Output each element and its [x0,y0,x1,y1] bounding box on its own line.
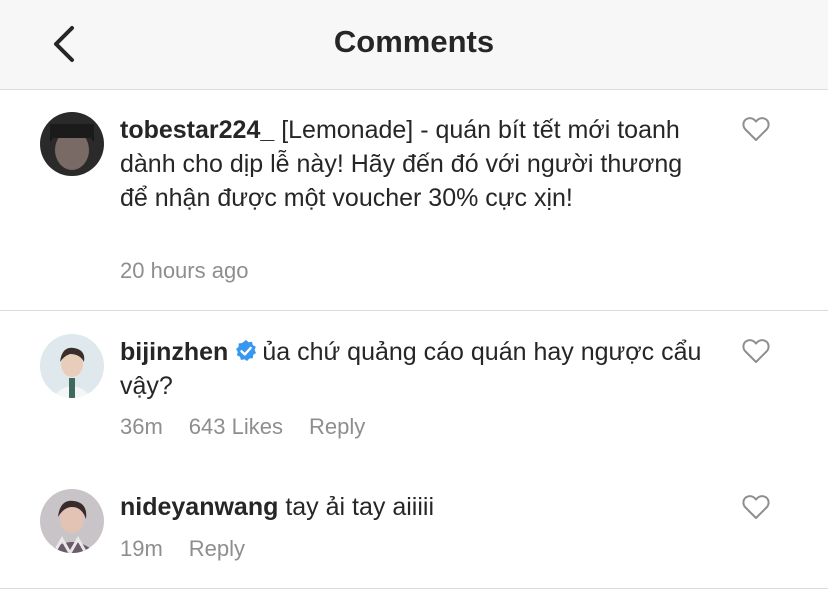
heart-outline-icon [742,117,770,141]
comment-body: bijinzhen ủa chứ quảng cáo quán hay ngược… [120,335,710,403]
comment-username[interactable]: nideyanwang [120,493,278,521]
avatar-photo [40,112,104,176]
divider [0,588,828,589]
heart-outline-icon [742,495,770,519]
comment-body: nideyanwang tay ải tay aiiiii [120,490,710,524]
like-heart-icon[interactable] [742,494,770,520]
avatar-photo [40,334,104,398]
verified-badge-icon [236,340,257,361]
comment-meta: 36m 643 Likes Reply [120,414,365,440]
comment-username[interactable]: bijinzhen [120,338,228,366]
page-title: Comments [333,24,495,59]
reply-button[interactable]: Reply [309,414,365,440]
comment-time: 19m [120,536,163,561]
top-nav-bar: Comments [0,0,828,90]
comment-time: 36m [120,414,163,439]
avatar[interactable] [40,334,104,398]
reply-button[interactable]: Reply [189,536,245,562]
comment-body: tobestar224_ [Lemonade] - quán bít tết m… [120,113,710,215]
comment-meta: 19m Reply [120,536,245,562]
avatar[interactable] [40,489,104,553]
likes-count[interactable]: 643 Likes [189,414,283,440]
like-heart-icon[interactable] [742,116,770,142]
avatar-photo [40,489,104,553]
avatar[interactable] [40,112,104,176]
comment-time: 20 hours ago [120,258,249,283]
like-heart-icon[interactable] [742,338,770,364]
heart-outline-icon [742,339,770,363]
divider [0,310,828,311]
comment-text: tay ải tay aiiiii [285,493,434,521]
comment-meta: 20 hours ago [120,258,248,284]
comment-username[interactable]: tobestar224_ [120,116,274,144]
